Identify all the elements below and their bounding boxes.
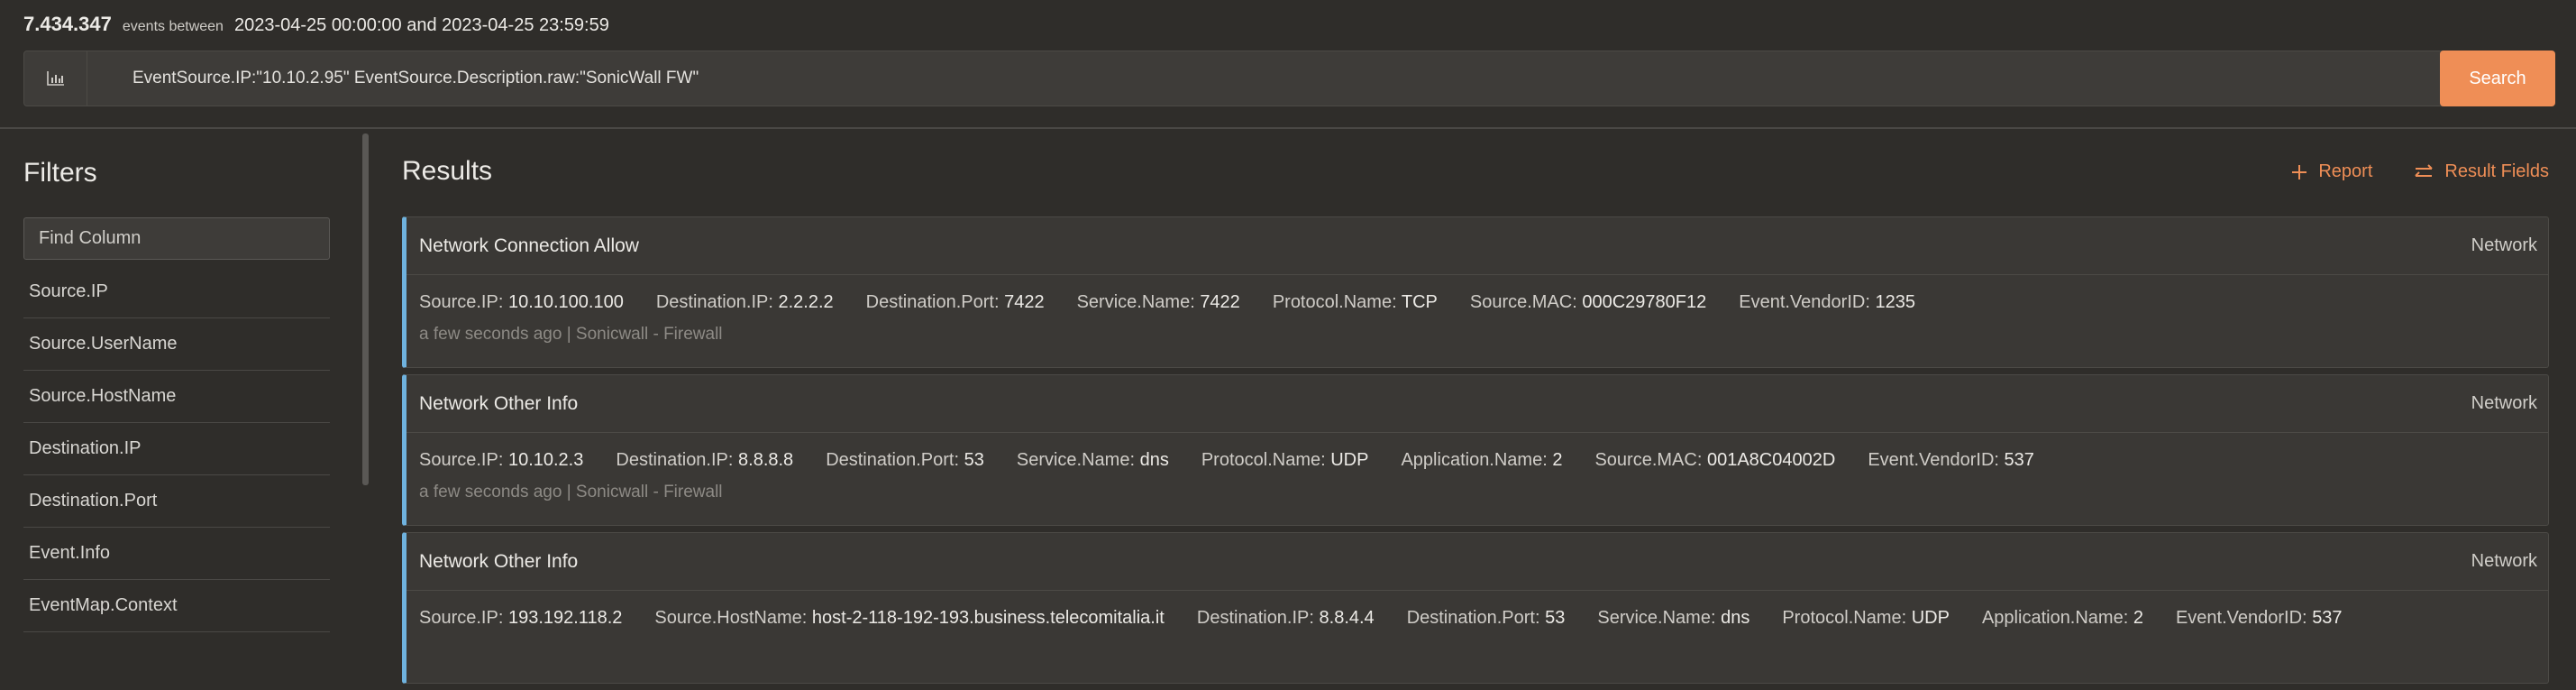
event-header: Network Other Info Network bbox=[406, 375, 2548, 433]
event-fields: Source.IP: 10.10.100.100 Destination.IP:… bbox=[406, 289, 2548, 316]
top-bar: 7.434.347 events between 2023-04-25 00:0… bbox=[0, 0, 2576, 129]
result-fields-button[interactable]: Result Fields bbox=[2414, 161, 2549, 182]
event-field[interactable]: Source.IP: 10.10.100.100 bbox=[419, 292, 624, 313]
event-field[interactable]: Service.Name: dns bbox=[1597, 608, 1749, 629]
column-item[interactable]: Event.Info bbox=[23, 528, 330, 580]
plus-icon bbox=[2292, 164, 2307, 179]
event-footer: a few seconds ago | Sonicwall - Firewall bbox=[419, 483, 723, 501]
column-item[interactable]: Source.UserName bbox=[23, 318, 330, 371]
column-list: Source.IP Source.UserName Source.HostNam… bbox=[23, 266, 330, 632]
find-column-input[interactable] bbox=[23, 217, 330, 260]
column-item[interactable]: Source.IP bbox=[23, 266, 330, 318]
search-bar: EventSource.IP:"10.10.2.95" EventSource.… bbox=[23, 51, 2555, 106]
event-title: Network Connection Allow bbox=[419, 235, 639, 256]
event-field[interactable]: Destination.Port: 53 bbox=[826, 450, 984, 471]
results-actions: Report Result Fields bbox=[2291, 161, 2549, 182]
event-field[interactable]: Destination.IP: 8.8.8.8 bbox=[616, 450, 793, 471]
event-card[interactable]: Network Connection Allow Network Source.… bbox=[402, 216, 2549, 368]
event-field[interactable]: Protocol.Name: UDP bbox=[1201, 450, 1369, 471]
search-button[interactable]: Search bbox=[2440, 51, 2555, 106]
report-button[interactable]: Report bbox=[2291, 161, 2372, 182]
column-item[interactable]: Source.HostName bbox=[23, 371, 330, 423]
bar-chart-icon bbox=[46, 71, 64, 86]
event-count: 7.434.347 bbox=[23, 13, 112, 35]
event-fields: Source.IP: 193.192.118.2 Source.HostName… bbox=[406, 604, 2548, 631]
event-title: Network Other Info bbox=[419, 550, 579, 572]
column-item[interactable]: Destination.IP bbox=[23, 423, 330, 475]
event-field[interactable]: Event.VendorID: 1235 bbox=[1739, 292, 1915, 313]
column-item[interactable]: Destination.Port bbox=[23, 475, 330, 528]
event-category: Network bbox=[2471, 235, 2537, 255]
event-field[interactable]: Destination.Port: 53 bbox=[1407, 608, 1566, 629]
filters-panel: Filters Source.IP Source.UserName Source… bbox=[0, 131, 370, 632]
event-category: Network bbox=[2471, 393, 2537, 413]
event-field[interactable]: Source.MAC: 000C29780F12 bbox=[1470, 292, 1706, 313]
chart-toggle-button[interactable] bbox=[24, 51, 87, 106]
event-header: Network Other Info Network bbox=[406, 533, 2548, 591]
search-query-input[interactable]: EventSource.IP:"10.10.2.95" EventSource.… bbox=[87, 51, 2553, 106]
event-field[interactable]: Source.HostName: host-2-118-192-193.busi… bbox=[654, 608, 1165, 629]
result-fields-label: Result Fields bbox=[2444, 161, 2549, 181]
sidebar-scrollbar[interactable] bbox=[362, 133, 369, 485]
event-field[interactable]: Protocol.Name: UDP bbox=[1782, 608, 1950, 629]
event-field[interactable]: Event.VendorID: 537 bbox=[1868, 450, 2034, 471]
event-title: Network Other Info bbox=[419, 392, 579, 414]
filters-title: Filters bbox=[23, 158, 97, 188]
event-field[interactable]: Service.Name: 7422 bbox=[1077, 292, 1240, 313]
event-fields: Source.IP: 10.10.2.3 Destination.IP: 8.8… bbox=[406, 446, 2548, 474]
event-field[interactable]: Application.Name: 2 bbox=[1982, 608, 2143, 629]
event-field[interactable]: Source.MAC: 001A8C04002D bbox=[1594, 450, 1835, 471]
event-card[interactable]: Network Other Info Network Source.IP: 19… bbox=[402, 532, 2549, 684]
event-field[interactable]: Service.Name: dns bbox=[1017, 450, 1169, 471]
event-field[interactable]: Source.IP: 193.192.118.2 bbox=[419, 608, 622, 629]
event-list: Network Connection Allow Network Source.… bbox=[402, 216, 2549, 690]
event-summary: 7.434.347 events between 2023-04-25 00:0… bbox=[23, 13, 609, 40]
results-panel: Results Report Result Fields Network Con… bbox=[370, 131, 2576, 684]
event-field[interactable]: Protocol.Name: TCP bbox=[1273, 292, 1438, 313]
event-field[interactable]: Event.VendorID: 537 bbox=[2176, 608, 2343, 629]
event-category: Network bbox=[2471, 551, 2537, 571]
event-field[interactable]: Application.Name: 2 bbox=[1401, 450, 1562, 471]
report-label: Report bbox=[2318, 161, 2373, 181]
event-footer: a few seconds ago | Sonicwall - Firewall bbox=[419, 325, 723, 344]
time-range[interactable]: 2023-04-25 00:00:00 and 2023-04-25 23:59… bbox=[234, 15, 609, 36]
column-item[interactable]: EventMap.Context bbox=[23, 580, 330, 632]
results-title: Results bbox=[402, 156, 493, 186]
events-between-label: events between bbox=[122, 19, 224, 34]
event-field[interactable]: Destination.Port: 7422 bbox=[866, 292, 1045, 313]
event-field[interactable]: Destination.IP: 8.8.4.4 bbox=[1197, 608, 1375, 629]
swap-arrows-icon bbox=[2415, 163, 2434, 177]
event-card[interactable]: Network Other Info Network Source.IP: 10… bbox=[402, 374, 2549, 526]
event-field[interactable]: Destination.IP: 2.2.2.2 bbox=[656, 292, 834, 313]
event-header: Network Connection Allow Network bbox=[406, 217, 2548, 275]
event-field[interactable]: Source.IP: 10.10.2.3 bbox=[419, 450, 583, 471]
